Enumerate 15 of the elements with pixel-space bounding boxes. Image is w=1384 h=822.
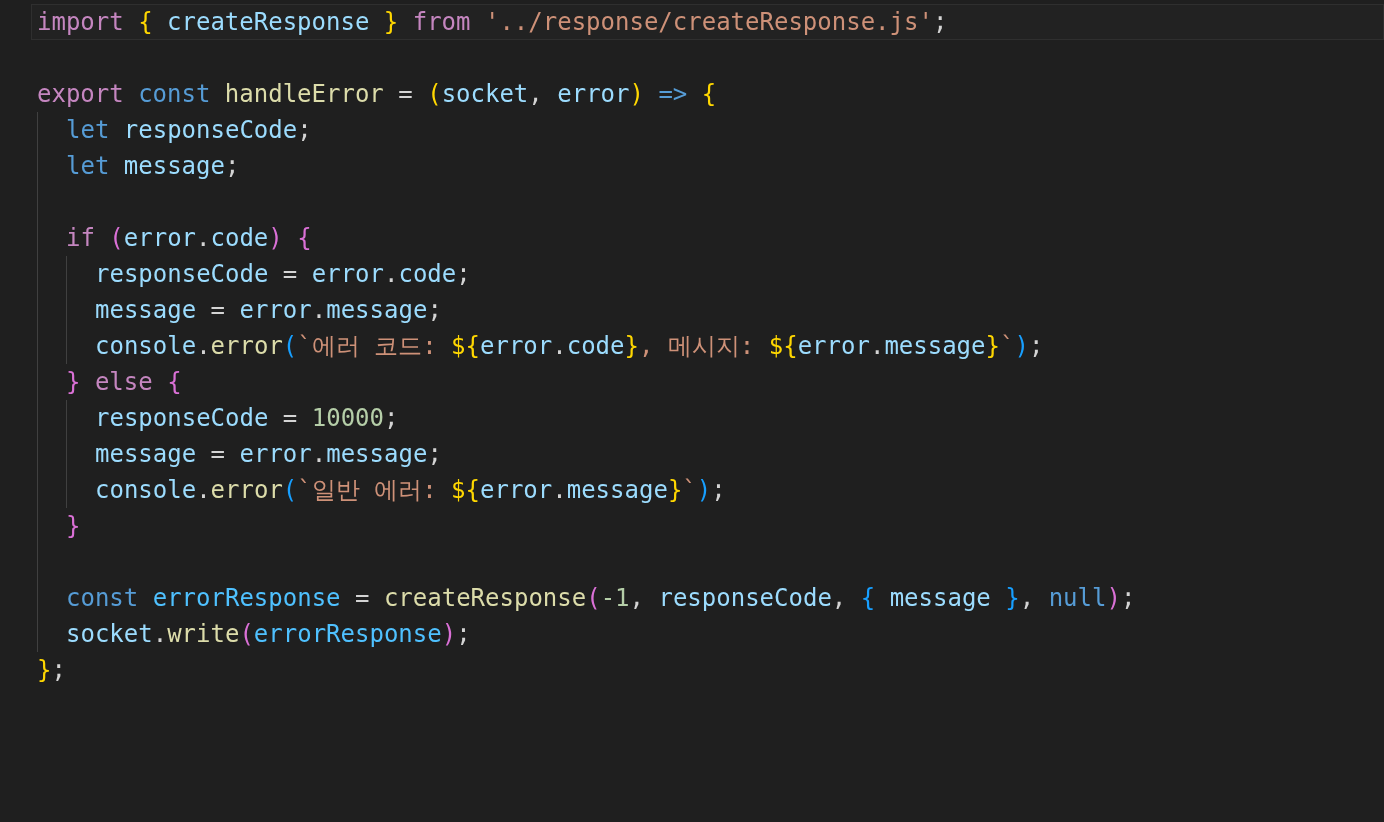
- code-line: const errorResponse = createResponse(-1, responseCode, { message }, null);: [65, 583, 1137, 614]
- code-line: let responseCode;: [65, 115, 313, 146]
- code-line: message = error.message;: [94, 439, 443, 470]
- code-line: if (error.code) {: [65, 223, 313, 254]
- code-line: responseCode = 10000;: [94, 403, 400, 434]
- code-line: let message;: [65, 151, 241, 182]
- code-line: console.error(`일반 에러: ${error.message}`);: [94, 475, 727, 506]
- code-line: } else {: [65, 367, 183, 398]
- code-line: socket.write(errorResponse);: [65, 619, 472, 650]
- code-line: };: [36, 655, 67, 686]
- code-line: message = error.message;: [94, 295, 443, 326]
- code-line: responseCode = error.code;: [94, 259, 472, 290]
- code-line: console.error(`에러 코드: ${error.code}, 메시지: ${error.message}`);: [94, 331, 1045, 362]
- code-line: export const handleError = (socket, error) => {: [36, 79, 718, 110]
- code-line: }: [65, 511, 82, 542]
